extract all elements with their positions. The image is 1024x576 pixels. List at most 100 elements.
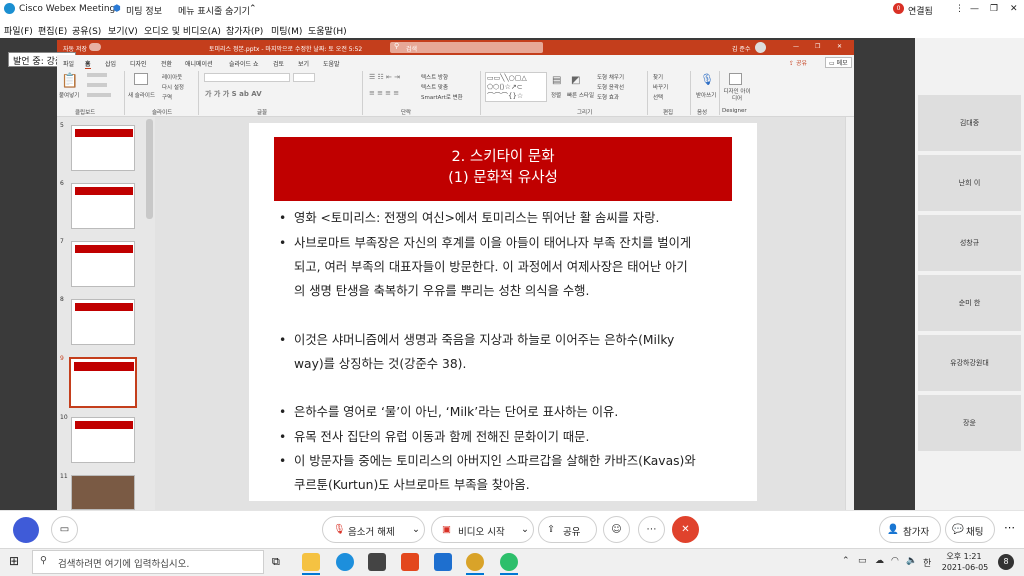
participant-tile[interactable]: 김대중 bbox=[918, 95, 1021, 151]
assistant-icon[interactable] bbox=[13, 517, 39, 543]
chevron-down-icon[interactable]: ⌄ bbox=[412, 524, 420, 535]
unmute-button[interactable]: 🎙 음소거 해제 ⌄ bbox=[322, 516, 425, 543]
network-icon[interactable]: ▭ bbox=[858, 556, 867, 566]
shape-outline-label[interactable]: 도형 윤곽선 bbox=[597, 83, 624, 91]
tab-insert[interactable]: 삽입 bbox=[105, 59, 116, 68]
menu-audio-video[interactable]: 오디오 및 비디오(A) bbox=[144, 24, 221, 37]
share-button[interactable]: ⇪ 공유 bbox=[538, 516, 597, 543]
font-format-buttons[interactable]: 가 가 가 S ab AV bbox=[205, 89, 262, 99]
notification-badge[interactable]: 8 bbox=[998, 554, 1014, 570]
participant-tile[interactable]: 순미 한 bbox=[918, 275, 1021, 331]
video-button[interactable]: ▣ 비디오 시작 ⌄ bbox=[431, 516, 534, 543]
menu-view[interactable]: 보기(V) bbox=[108, 24, 138, 37]
shape-fill-label[interactable]: 도형 채우기 bbox=[597, 73, 624, 81]
webex-taskbar-icon[interactable] bbox=[500, 553, 518, 571]
tab-design[interactable]: 디자인 bbox=[130, 59, 147, 68]
slide-thumbnail-selected[interactable] bbox=[69, 357, 137, 408]
list-buttons[interactable]: ☰ ☷ ⇤ ⇥ bbox=[369, 73, 400, 81]
end-call-icon[interactable]: ✕ bbox=[672, 516, 699, 543]
align-buttons[interactable]: ≡ ≡ ≡ ≡ bbox=[369, 89, 399, 97]
editor-scrollbar[interactable] bbox=[845, 117, 854, 510]
taskbar-date[interactable]: 2021-06-05 bbox=[938, 563, 992, 572]
tab-animations[interactable]: 애니메이션 bbox=[185, 59, 213, 68]
tab-review[interactable]: 검토 bbox=[273, 59, 284, 68]
font-name-dropdown[interactable] bbox=[204, 73, 290, 82]
cut-button[interactable] bbox=[87, 73, 107, 77]
participant-tile[interactable]: 유강하강원대 bbox=[918, 335, 1021, 391]
tab-transitions[interactable]: 전환 bbox=[161, 59, 172, 68]
format-painter-button[interactable] bbox=[87, 93, 111, 97]
meeting-info-link[interactable]: 미팅 정보 bbox=[126, 4, 162, 17]
tray-chevron-up-icon[interactable]: ⌃ bbox=[842, 556, 850, 566]
slide-thumbnail-image[interactable] bbox=[71, 475, 135, 510]
quick-styles-label[interactable]: 빠른 스타일 bbox=[567, 91, 594, 99]
more-icon[interactable]: ⋯ bbox=[1004, 521, 1015, 534]
tab-file[interactable]: 파일 bbox=[63, 59, 74, 68]
chevron-up-icon[interactable]: ⌃ bbox=[249, 4, 257, 14]
text-direction-label[interactable]: 텍스트 방향 bbox=[421, 73, 448, 81]
office-icon[interactable] bbox=[401, 553, 419, 571]
new-slide-label[interactable]: 새 슬라이드 bbox=[128, 91, 155, 99]
menu-file[interactable]: 파일(F) bbox=[4, 24, 33, 37]
thumb-scrollbar[interactable] bbox=[146, 119, 153, 219]
participant-tile[interactable]: 장윤 bbox=[918, 395, 1021, 451]
shapes-gallery[interactable]: ▭▭╲╲○▢△ ⬠⬡⟨⟩☆↗⊂ ⌒⌒⌒{}☆ bbox=[485, 72, 547, 102]
ppt-search-box[interactable]: ⚲ 검색 bbox=[390, 42, 543, 53]
slide-thumbnail[interactable] bbox=[71, 299, 135, 345]
menu-edit[interactable]: 편집(E) bbox=[38, 24, 67, 37]
reactions-icon[interactable]: ☺ bbox=[603, 516, 630, 543]
wifi-icon[interactable]: ◠ bbox=[891, 556, 899, 566]
chevron-down-icon[interactable]: ⌄ bbox=[521, 524, 529, 535]
find-label[interactable]: 찾기 bbox=[653, 73, 663, 81]
taskbar-time[interactable]: 오후 1:21 bbox=[944, 551, 984, 562]
more-icon[interactable]: ⋮ bbox=[955, 4, 964, 14]
select-label[interactable]: 선택 bbox=[653, 93, 663, 101]
ppt-share-button[interactable]: ⇪ 공유 bbox=[789, 58, 807, 67]
microphone-icon[interactable]: 🎙 bbox=[700, 73, 714, 86]
avatar[interactable] bbox=[755, 42, 766, 53]
slide-thumbnail[interactable] bbox=[71, 183, 135, 229]
tab-home[interactable]: 홈 bbox=[85, 59, 91, 69]
section-label[interactable]: 구역 bbox=[162, 93, 172, 101]
dictate-label[interactable]: 받아쓰기 bbox=[696, 91, 716, 99]
slide-thumbnail[interactable] bbox=[71, 417, 135, 463]
smartart-label[interactable]: SmartArt로 변환 bbox=[421, 93, 463, 101]
paste-label[interactable]: 붙여넣기 bbox=[59, 91, 79, 99]
arrange-label[interactable]: 정렬 bbox=[551, 91, 561, 99]
autosave-toggle[interactable] bbox=[89, 43, 101, 51]
file-explorer-icon[interactable] bbox=[302, 553, 320, 571]
shape-effects-label[interactable]: 도형 효과 bbox=[597, 93, 619, 101]
participant-tile[interactable]: 성창규 bbox=[918, 215, 1021, 271]
menu-help[interactable]: 도움말(H) bbox=[308, 24, 347, 37]
ppt-close-icon[interactable]: ✕ bbox=[837, 43, 842, 50]
menu-meeting[interactable]: 미팅(M) bbox=[271, 24, 302, 37]
windows-start-icon[interactable]: ⊞ bbox=[9, 554, 23, 568]
slide-thumbnail[interactable] bbox=[71, 241, 135, 287]
design-ideas-icon[interactable] bbox=[729, 73, 742, 85]
tab-help[interactable]: 도움말 bbox=[323, 59, 340, 68]
more-options-icon[interactable]: ⋯ bbox=[638, 516, 665, 543]
design-ideas-label[interactable]: 디자인 아이디어 bbox=[722, 89, 752, 103]
cloud-icon[interactable]: ☁ bbox=[875, 556, 884, 566]
volume-icon[interactable]: 🔈 bbox=[906, 556, 917, 566]
mail-icon[interactable] bbox=[434, 553, 452, 571]
taskbar-search[interactable]: ⚲ 검색하려면 여기에 입력하십시오. bbox=[32, 550, 264, 574]
reset-label[interactable]: 다시 설정 bbox=[162, 83, 184, 91]
align-text-label[interactable]: 텍스트 맞춤 bbox=[421, 83, 448, 91]
captions-icon[interactable]: ▭ bbox=[51, 516, 78, 543]
font-size-dropdown[interactable] bbox=[293, 73, 315, 82]
edge-icon[interactable] bbox=[336, 553, 354, 571]
store-icon[interactable] bbox=[368, 553, 386, 571]
layout-label[interactable]: 레이아웃 bbox=[162, 73, 182, 81]
paste-icon[interactable]: 📋 bbox=[61, 73, 78, 89]
task-view-icon[interactable]: ⧉ bbox=[272, 555, 280, 569]
arrange-icon[interactable]: ▤ bbox=[552, 75, 561, 86]
tab-slideshow[interactable]: 슬라이드 쇼 bbox=[229, 59, 259, 68]
ppt-memo-button[interactable]: ▭ 메모 bbox=[825, 57, 852, 68]
slide-thumbnail[interactable] bbox=[71, 125, 135, 171]
close-icon[interactable]: ✕ bbox=[1010, 4, 1018, 14]
copy-button[interactable] bbox=[87, 83, 107, 87]
ime-indicator[interactable]: 한 bbox=[923, 556, 931, 569]
chrome-icon[interactable] bbox=[466, 553, 484, 571]
quick-styles-icon[interactable]: ◩ bbox=[571, 75, 580, 86]
